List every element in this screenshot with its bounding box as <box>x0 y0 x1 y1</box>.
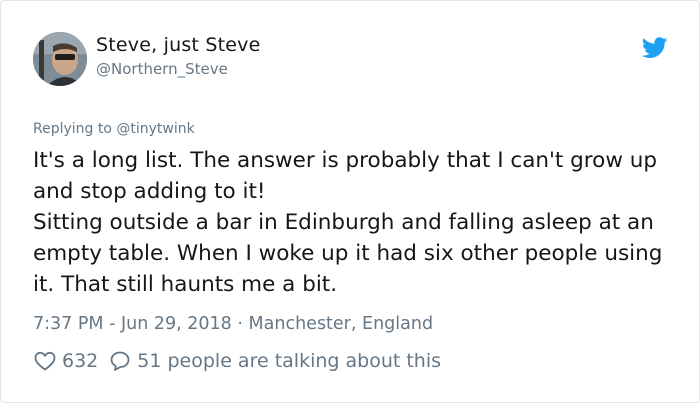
meta-dot-separator: · <box>237 314 249 334</box>
reply-context: Replying to @tinytwink <box>33 121 195 137</box>
author-handle[interactable]: @Northern_Steve <box>96 60 228 78</box>
engagement-bar: 632 51 people are talking about this <box>33 347 441 375</box>
tweet-text: It's a long list. The answer is probably… <box>33 145 683 300</box>
reply-mention-link[interactable]: @tinytwink <box>116 121 194 137</box>
tweet-card: Steve, just Steve @Northern_Steve Replyi… <box>0 0 700 403</box>
tweet-location[interactable]: Manchester, England <box>249 314 434 334</box>
meta-separator: - <box>109 314 121 334</box>
speech-bubble-icon[interactable] <box>108 349 132 373</box>
author-display-name[interactable]: Steve, just Steve <box>96 34 260 56</box>
twitter-bird-icon[interactable] <box>641 37 668 59</box>
like-count[interactable]: 632 <box>62 350 98 372</box>
tweet-time[interactable]: 7:37 PM <box>33 314 104 334</box>
reply-context-prefix: Replying to <box>33 121 112 137</box>
tweet-date[interactable]: Jun 29, 2018 <box>121 314 232 334</box>
avatar[interactable] <box>33 32 87 86</box>
tweet-paragraph: Sitting outside a bar in Edinburgh and f… <box>33 210 663 297</box>
talking-about-text[interactable]: 51 people are talking about this <box>137 350 441 372</box>
heart-icon[interactable] <box>33 349 57 373</box>
tweet-paragraph: It's a long list. The answer is probably… <box>33 148 658 204</box>
tweet-meta: 7:37 PM - Jun 29, 2018 · Manchester, Eng… <box>33 314 433 334</box>
